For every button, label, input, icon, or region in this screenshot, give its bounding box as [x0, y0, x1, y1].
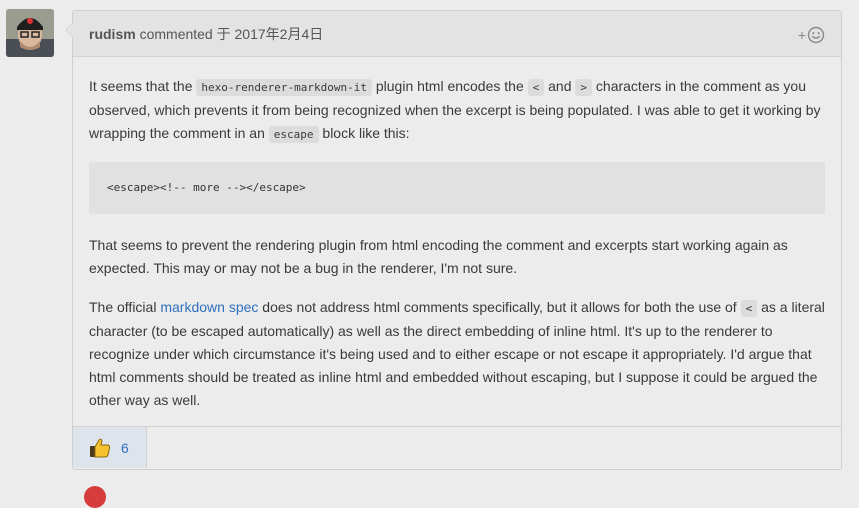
comment-header: rudism commented 于 2017年2月4日 + — [73, 11, 841, 57]
comment-card: rudism commented 于 2017年2月4日 + It seems … — [65, 10, 842, 470]
reaction-thumbs-up[interactable]: 6 — [73, 427, 147, 468]
next-comment-avatar[interactable] — [84, 486, 106, 508]
inline-code: < — [740, 300, 758, 317]
add-reaction-button[interactable]: + — [798, 25, 825, 45]
smiley-icon — [807, 26, 825, 44]
inline-code: escape — [268, 126, 319, 143]
inline-code: > — [575, 79, 593, 96]
comment-date[interactable]: 于 2017年2月4日 — [217, 26, 324, 42]
author-avatar[interactable] — [6, 9, 54, 57]
comment-action: commented — [135, 26, 217, 42]
inline-code: < — [527, 79, 545, 96]
markdown-spec-link[interactable]: markdown spec — [160, 299, 258, 315]
reactions-bar: 6 — [73, 426, 841, 469]
comment-body: It seems that the hexo-renderer-markdown… — [73, 57, 841, 412]
thumbs-up-icon — [90, 438, 111, 457]
comment-paragraph-3: The official markdown spec does not addr… — [89, 299, 825, 408]
reaction-count: 6 — [121, 439, 129, 456]
comment-paragraph-1: It seems that the hexo-renderer-markdown… — [89, 78, 821, 143]
comment-author-link[interactable]: rudism — [89, 26, 136, 42]
comment-paragraph-2: That seems to prevent the rendering plug… — [89, 237, 788, 276]
plus-sign: + — [797, 27, 806, 43]
inline-code: hexo-renderer-markdown-it — [196, 79, 372, 96]
code-block: <escape><!-- more --></escape> — [89, 162, 825, 214]
